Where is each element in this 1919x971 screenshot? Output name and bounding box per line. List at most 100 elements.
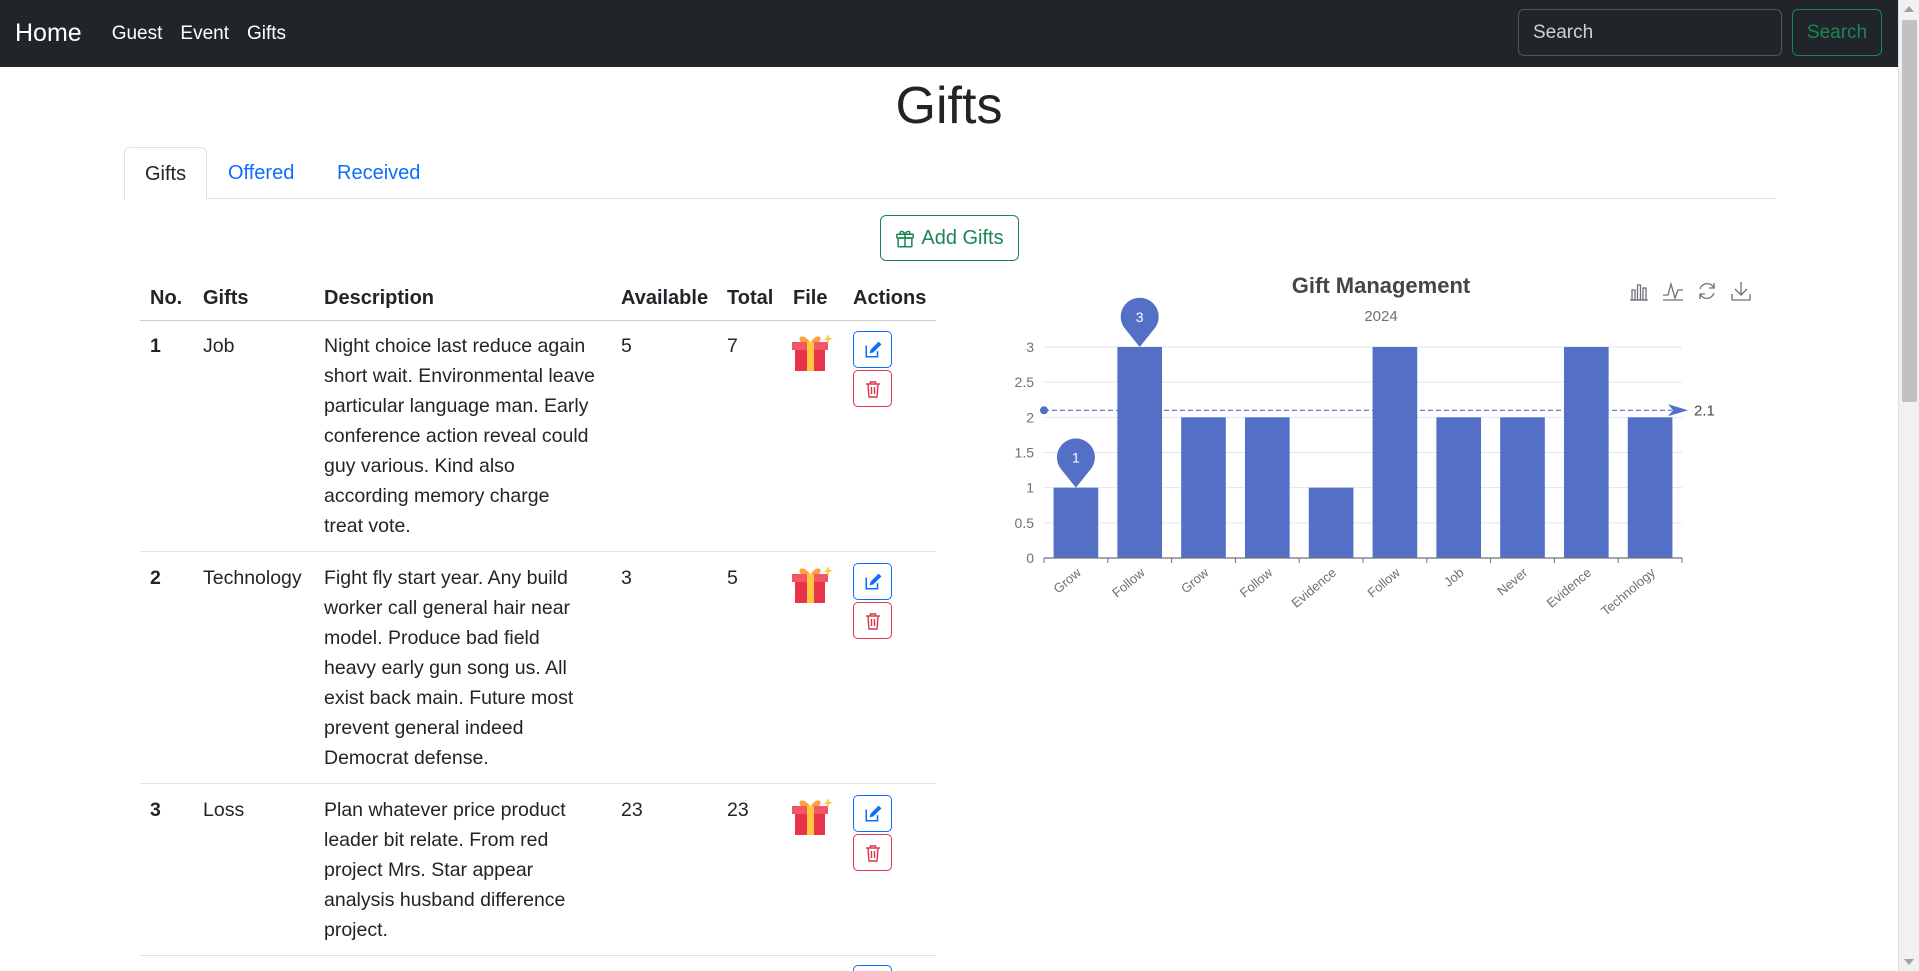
edit-icon — [864, 341, 881, 358]
table-row: 2 Technology Fight fly start year. Any b… — [140, 553, 936, 784]
mark-line-label: 2.1 — [1694, 402, 1715, 419]
gift-file-icon[interactable] — [790, 561, 834, 614]
scroll-up-arrow-icon[interactable] — [1904, 6, 1914, 12]
tab-gifts[interactable]: Gifts — [124, 147, 208, 200]
x-tick-label: Follow — [1109, 564, 1148, 600]
x-tick-label: Grow — [1050, 564, 1084, 596]
bar — [1563, 347, 1609, 558]
row-number: 2 — [150, 567, 161, 589]
page-scrollbar[interactable] — [1898, 0, 1919, 971]
table-row: 3 Loss Plan whatever price product leade… — [140, 785, 936, 956]
bar — [1117, 347, 1163, 558]
description-line: Democrat defense. — [324, 747, 489, 769]
gift-icon — [896, 230, 915, 248]
y-tick-label: 2.5 — [1015, 374, 1035, 390]
description-line: project Mrs. Star appear — [324, 859, 534, 881]
bar — [1181, 417, 1226, 558]
delete-button[interactable] — [853, 602, 892, 639]
y-tick-label: 1.5 — [1015, 445, 1035, 461]
nav-link-gifts[interactable]: Gifts — [247, 23, 286, 45]
description-line: leader bit relate. From red — [324, 829, 549, 851]
search-form: Search — [1518, 9, 1882, 56]
x-tick-label: Job — [1441, 565, 1467, 590]
bar — [1436, 417, 1482, 558]
gift-file-icon[interactable] — [790, 329, 834, 382]
description-line: according memory charge — [324, 485, 550, 507]
x-tick-label: Evidence — [1288, 565, 1339, 611]
edit-icon — [864, 573, 881, 590]
available-count: 3 — [621, 567, 632, 589]
gift-description: Night choice last reduce again short wai… — [324, 331, 614, 541]
tab-received[interactable]: Received — [317, 147, 440, 199]
search-button[interactable]: Search — [1792, 9, 1882, 56]
edit-button[interactable] — [853, 563, 892, 600]
x-tick-label: Follow — [1237, 564, 1276, 600]
gift-description: Fight fly start year. Any build worker c… — [324, 563, 614, 773]
search-input[interactable] — [1518, 9, 1782, 56]
table-row-partial — [140, 957, 936, 971]
navbar: Home Guest Event Gifts Search — [0, 0, 1898, 67]
available-count: 5 — [621, 335, 632, 357]
nav-link-event[interactable]: Event — [180, 23, 229, 45]
description-line: conference action reveal could — [324, 425, 589, 447]
header-file: File — [793, 287, 828, 309]
chart-plot: 0 0.5 1 1.5 2 2.5 3 Grow Follow Grow Follow Evidenc… — [1015, 297, 1715, 619]
mark-line-start-dot — [1040, 406, 1048, 415]
x-tick-label: Technology — [1598, 564, 1658, 618]
bar — [1053, 487, 1099, 558]
total-count: 5 — [727, 567, 738, 589]
bar — [1372, 347, 1418, 558]
header-no: No. — [150, 287, 183, 309]
x-tick-label: Evidence — [1544, 565, 1595, 611]
row-number: 1 — [150, 335, 161, 357]
header-available: Available — [621, 287, 709, 309]
y-tick-label: 0 — [1026, 550, 1034, 566]
edit-button[interactable] — [853, 965, 892, 971]
header-total: Total — [727, 287, 774, 309]
tab-bar: Gifts Offered Received — [124, 147, 1776, 200]
mark-point-label: 1 — [1072, 450, 1080, 466]
page-title: Gifts — [895, 77, 1003, 135]
x-tick-label: Never — [1494, 564, 1531, 598]
delete-button[interactable] — [853, 834, 892, 871]
delete-button[interactable] — [853, 370, 892, 407]
y-tick-label: 0.5 — [1015, 515, 1035, 531]
description-line: prevent general indeed — [324, 717, 524, 739]
scroll-down-arrow-icon[interactable] — [1904, 959, 1914, 965]
brand-home-link[interactable]: Home — [15, 19, 82, 48]
total-count: 7 — [727, 335, 738, 357]
add-gifts-button[interactable]: Add Gifts — [880, 215, 1019, 261]
bar — [1627, 417, 1673, 558]
description-line: particular language man. Early — [324, 395, 589, 417]
nav-link-guest[interactable]: Guest — [112, 23, 163, 45]
trash-icon — [865, 844, 880, 862]
edit-icon — [864, 805, 881, 822]
description-line: treat vote. — [324, 515, 411, 537]
bar — [1500, 417, 1545, 558]
mark-point-label: 3 — [1136, 309, 1144, 325]
description-line: Night choice last reduce again — [324, 335, 586, 357]
row-number: 3 — [150, 799, 161, 821]
bar — [1308, 487, 1354, 558]
y-tick-label: 2 — [1026, 409, 1034, 425]
header-description: Description — [324, 287, 435, 309]
gift-file-icon[interactable] — [790, 793, 834, 846]
scroll-thumb[interactable] — [1902, 20, 1917, 402]
gift-name: Technology — [203, 567, 302, 589]
bar — [1244, 417, 1290, 558]
description-line: heavy early gun song us. All — [324, 657, 567, 679]
add-gifts-label: Add Gifts — [921, 226, 1004, 249]
x-tick-label: Grow — [1178, 564, 1212, 596]
description-line: analysis husband difference — [324, 889, 566, 911]
description-line: Fight fly start year. Any build — [324, 567, 568, 589]
description-line: guy various. Kind also — [324, 455, 515, 477]
description-line: Plan whatever price product — [324, 799, 566, 821]
total-count: 23 — [727, 799, 749, 821]
description-line: short wait. Environmental leave — [324, 365, 595, 387]
x-tick-label: Follow — [1364, 564, 1403, 600]
gift-management-chart: Gift Management 2024 0 0.5 1 1.5 2 2.5 3 Grow Fo… — [1000, 265, 1780, 645]
tab-offered[interactable]: Offered — [208, 147, 314, 199]
edit-button[interactable] — [853, 795, 892, 832]
edit-button[interactable] — [853, 331, 892, 368]
gift-description: Plan whatever price product leader bit r… — [324, 795, 614, 945]
